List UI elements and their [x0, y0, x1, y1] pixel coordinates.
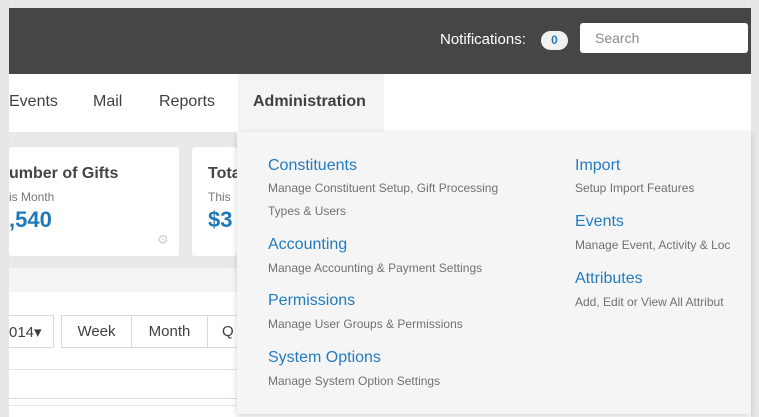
- menu-link-accounting[interactable]: Accounting: [268, 236, 347, 254]
- notifications-label: Notifications:: [440, 31, 526, 48]
- menu-desc-constituents: Manage Constituent Setup, Gift Processin…: [268, 181, 499, 195]
- nav-item-reports[interactable]: Reports: [159, 93, 215, 111]
- menu-desc-permissions: Manage User Groups & Permissions: [268, 317, 463, 331]
- week-button[interactable]: Week: [61, 315, 132, 348]
- menu-link-constituents[interactable]: Constituents: [268, 157, 357, 175]
- menu-desc-attributes: Add, Edit or View All Attribut: [575, 295, 724, 309]
- notifications-count-badge[interactable]: 0: [541, 31, 568, 50]
- right-frame-margin: [751, 0, 759, 417]
- search-input[interactable]: [580, 23, 748, 53]
- stat-title-number-of-gifts: umber of Gifts: [9, 165, 119, 182]
- menu-link-permissions[interactable]: Permissions: [268, 292, 355, 310]
- menu-link-system-options[interactable]: System Options: [268, 349, 381, 367]
- menu-desc-events: Manage Event, Activity & Loc: [575, 238, 731, 252]
- menu-desc-accounting: Manage Accounting & Payment Settings: [268, 261, 483, 275]
- menu-link-attributes[interactable]: Attributes: [575, 270, 643, 288]
- left-frame-margin: [0, 0, 9, 417]
- quarter-button[interactable]: Q: [207, 315, 237, 348]
- stat-value-gifts: ,540: [9, 207, 52, 232]
- stat-subtitle-this-month: is Month: [9, 190, 55, 204]
- stat-value-total: $3: [208, 207, 233, 232]
- stat-subtitle-this: This: [208, 190, 231, 204]
- month-button[interactable]: Month: [131, 315, 208, 348]
- nav-item-events[interactable]: Events: [9, 93, 58, 111]
- nav-item-mail[interactable]: Mail: [93, 93, 122, 111]
- menu-desc-import: Setup Import Features: [575, 181, 695, 195]
- menu-link-import[interactable]: Import: [575, 157, 620, 175]
- menu-desc-constituents: Types & Users: [268, 204, 347, 218]
- gear-icon[interactable]: ⚙: [157, 233, 169, 246]
- year-dropdown[interactable]: 014▾: [9, 315, 54, 348]
- menu-desc-system-options: Manage System Option Settings: [268, 374, 441, 388]
- stat-title-total: Tota: [208, 165, 241, 182]
- nav-item-administration[interactable]: Administration: [253, 93, 366, 111]
- menu-link-events[interactable]: Events: [575, 213, 624, 231]
